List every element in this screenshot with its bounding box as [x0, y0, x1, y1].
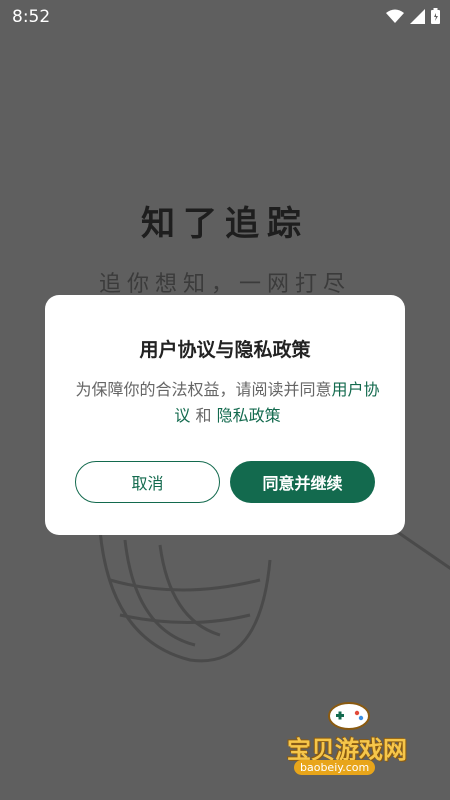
dialog-message-connector: 和 — [195, 406, 212, 425]
app-slogan: 追你想知，一网打尽 — [98, 272, 351, 297]
watermark-url: baobeiy.com — [294, 760, 376, 775]
status-icons — [386, 8, 440, 24]
privacy-policy-link[interactable]: 隐私政策 — [217, 406, 281, 425]
privacy-dialog: 用户协议与隐私政策 为保障你的合法权益，请阅读并同意用户协议 和 隐私政策 取消… — [45, 295, 405, 535]
gamepad-icon — [328, 702, 370, 730]
dialog-message: 为保障你的合法权益，请阅读并同意用户协议 和 隐私政策 — [75, 377, 380, 429]
dialog-title: 用户协议与隐私政策 — [139, 339, 311, 361]
app-title: 知了追踪 — [141, 204, 309, 244]
wifi-icon — [386, 9, 404, 23]
signal-icon — [410, 8, 425, 24]
status-time: 8:52 — [12, 7, 51, 27]
agree-continue-button[interactable]: 同意并继续 — [230, 461, 375, 503]
net-illustration — [98, 520, 450, 663]
cancel-button[interactable]: 取消 — [75, 461, 220, 503]
watermark-logo: 宝贝游戏网 baobeiy.com — [272, 700, 432, 790]
status-bar: 8:52 — [0, 0, 450, 32]
battery-icon — [431, 8, 440, 24]
dialog-message-text: 为保障你的合法权益，请阅读并同意 — [75, 380, 332, 399]
